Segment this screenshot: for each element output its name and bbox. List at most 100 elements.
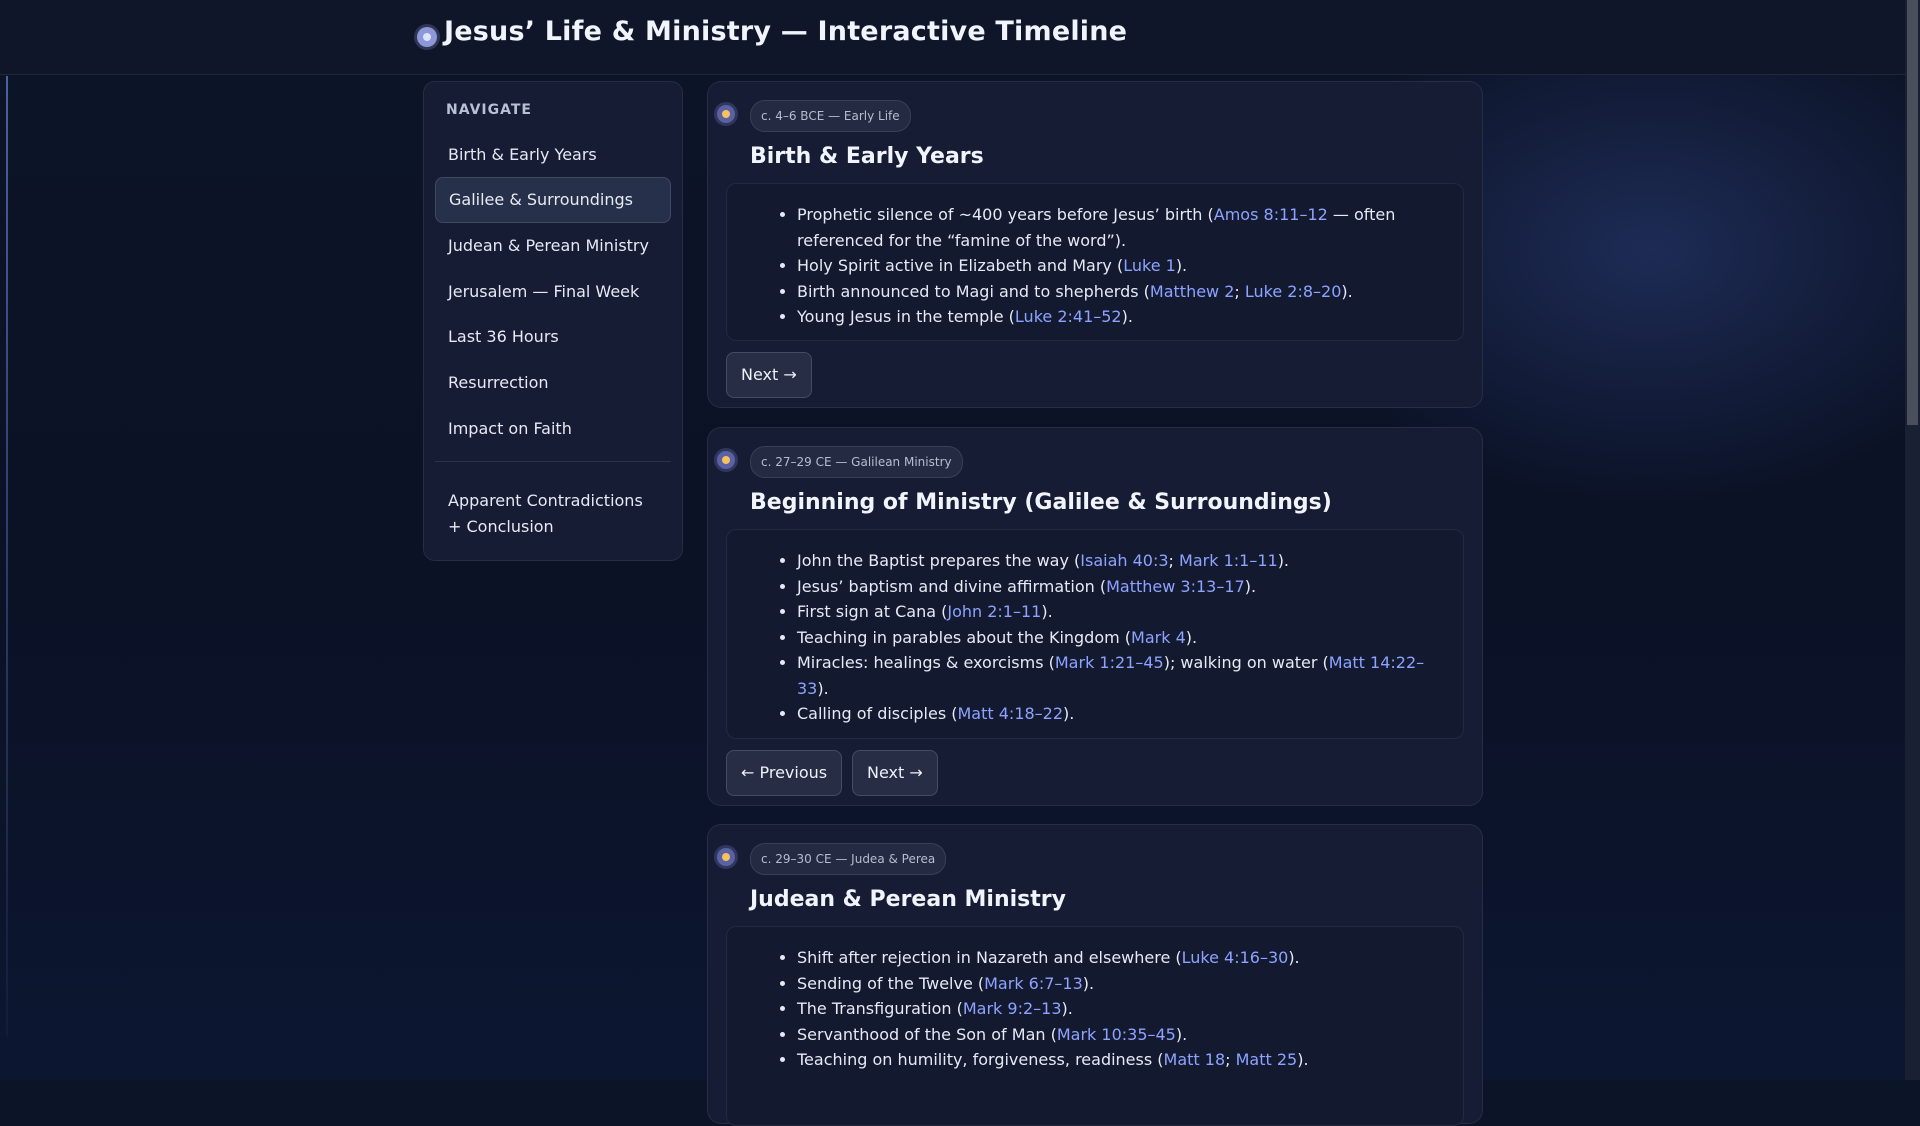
- section-title: Birth & Early Years: [750, 144, 984, 169]
- bullet-text: Shift after rejection in Nazareth and el…: [797, 948, 1182, 967]
- bullet-text: ).: [1041, 602, 1053, 621]
- bullet-item: John the Baptist prepares the way (Isaia…: [797, 548, 1433, 574]
- bullet-text: ;: [1234, 281, 1245, 301]
- scripture-reference-link[interactable]: Mark 10:35–45: [1057, 1025, 1176, 1044]
- scripture-reference-link[interactable]: Mark 4: [1131, 628, 1186, 647]
- scripture-reference-link[interactable]: Mark 1:1–11: [1179, 551, 1278, 570]
- bullet-text: ;: [1168, 551, 1180, 570]
- bullet-text: ).: [1185, 627, 1198, 647]
- scrollbar-thumb[interactable]: [1907, 0, 1918, 425]
- scripture-reference-link[interactable]: Luke 2:8–20: [1245, 282, 1342, 301]
- scripture-reference-link[interactable]: Amos 8:11–12: [1214, 205, 1328, 224]
- bullet-text: ).: [1341, 281, 1353, 301]
- scripture-reference-link[interactable]: Matthew 3:13–17: [1106, 577, 1245, 596]
- timeline-section-galilee: c. 27–29 CE — Galilean Ministry Beginnin…: [707, 427, 1483, 806]
- bullet-text: The Transfiguration (: [797, 999, 963, 1018]
- next-button[interactable]: Next →: [852, 750, 938, 796]
- sidebar-item-impact-on-faith[interactable]: Impact on Faith: [435, 406, 671, 452]
- bullet-item: Sending of the Twelve (Mark 6:7–13).: [797, 971, 1433, 997]
- bullet-text: ).: [1063, 704, 1075, 723]
- bullet-item: Teaching in parables about the Kingdom (…: [797, 625, 1433, 651]
- bullet-item: Holy Spirit active in Elizabeth and Mary…: [797, 253, 1433, 279]
- sidebar-item-galilee-surroundings[interactable]: Galilee & Surroundings: [435, 177, 671, 223]
- bullet-list: John the Baptist prepares the way (Isaia…: [727, 530, 1463, 727]
- bullet-text: ).: [1082, 973, 1095, 993]
- bullet-text: ;: [1225, 1050, 1236, 1069]
- timeline-marker-icon: [717, 105, 735, 123]
- timeline-section-birth: c. 4–6 BCE — Early Life Birth & Early Ye…: [707, 81, 1483, 408]
- scripture-reference-link[interactable]: Luke 4:16–30: [1182, 948, 1289, 967]
- bullet-item: Jesus’ baptism and divine affirmation (M…: [797, 574, 1433, 600]
- bullet-text: Young Jesus in the temple (: [797, 307, 1015, 326]
- scripture-reference-link[interactable]: Matt 25: [1236, 1050, 1298, 1069]
- bullet-text: Teaching in parables about the Kingdom (: [797, 627, 1132, 647]
- date-badge: c. 29–30 CE — Judea & Perea: [750, 843, 947, 875]
- section-content: John the Baptist prepares the way (Isaia…: [726, 529, 1464, 739]
- date-badge: c. 27–29 CE — Galilean Ministry: [750, 446, 963, 478]
- sidebar-divider: [435, 461, 671, 462]
- scripture-reference-link[interactable]: Luke 2:41–52: [1015, 307, 1122, 326]
- scripture-reference-link[interactable]: Isaiah 40:3: [1080, 551, 1168, 570]
- bullet-text: ).: [1244, 576, 1257, 596]
- bullet-item: Young Jesus in the temple (Luke 2:41–52)…: [797, 304, 1433, 330]
- timeline-section-judea-perea: c. 29–30 CE — Judea & Perea Judean & Per…: [707, 824, 1483, 1126]
- scripture-reference-link[interactable]: Mark 9:2–13: [963, 999, 1062, 1018]
- bullet-item: Shift after rejection in Nazareth and el…: [797, 945, 1433, 971]
- bullet-list: Shift after rejection in Nazareth and el…: [727, 927, 1463, 1073]
- bullet-item: Teaching on humility, forgiveness, readi…: [797, 1047, 1433, 1073]
- page-title: Jesus’ Life & Ministry — Interactive Tim…: [444, 16, 1128, 47]
- bullet-text: Sending of the Twelve (: [797, 973, 985, 993]
- bullet-item: The Transfiguration (Mark 9:2–13).: [797, 996, 1433, 1022]
- bullet-text: ).: [1121, 307, 1133, 326]
- bullet-text: Holy Spirit active in Elizabeth and Mary…: [797, 256, 1124, 275]
- brand-dot-icon: [417, 27, 437, 47]
- scripture-reference-link[interactable]: John 2:1–11: [947, 602, 1041, 621]
- scrollbar[interactable]: [1905, 0, 1920, 1080]
- bullet-text: ).: [1061, 999, 1073, 1018]
- bullet-text: ).: [1175, 256, 1188, 275]
- sidebar-item-jerusalem-final-week[interactable]: Jerusalem — Final Week: [435, 269, 671, 315]
- timeline-marker-icon: [717, 848, 735, 866]
- bullet-text: Birth announced to Magi and to shepherds…: [797, 281, 1150, 301]
- scripture-reference-link[interactable]: Matt 4:18–22: [958, 704, 1064, 723]
- sidebar-item-judean-perean-ministry[interactable]: Judean & Perean Ministry: [435, 223, 671, 269]
- bullet-item: Birth announced to Magi and to shepherds…: [797, 279, 1433, 305]
- sidebar-item-birth-early-years[interactable]: Birth & Early Years: [435, 132, 671, 178]
- sidebar-heading: NAVIGATE: [446, 102, 532, 118]
- scripture-reference-link[interactable]: Mark 6:7–13: [984, 974, 1083, 993]
- section-content: Shift after rejection in Nazareth and el…: [726, 926, 1464, 1126]
- sidebar-item-resurrection[interactable]: Resurrection: [435, 360, 671, 406]
- scripture-reference-link[interactable]: Matthew 2: [1150, 282, 1235, 301]
- section-title: Beginning of Ministry (Galilee & Surroun…: [750, 490, 1332, 515]
- bullet-text: Calling of disciples (: [797, 704, 958, 723]
- bullet-text: ).: [817, 678, 829, 698]
- previous-button[interactable]: ← Previous: [726, 750, 843, 796]
- bullet-text: Servanthood of the Son of Man (: [797, 1024, 1057, 1044]
- bullet-text: ).: [1297, 1050, 1309, 1069]
- bullet-item: Miracles: healings & exorcisms (Mark 1:2…: [797, 650, 1433, 701]
- sidebar-navigation: NAVIGATE Birth & Early Years Galilee & S…: [423, 81, 683, 561]
- bullet-text: ).: [1288, 948, 1300, 967]
- bullet-text: Teaching on humility, forgiveness, readi…: [797, 1050, 1164, 1069]
- top-bar: Jesus’ Life & Ministry — Interactive Tim…: [0, 0, 1905, 75]
- bullet-text: John the Baptist prepares the way (: [797, 551, 1081, 570]
- bullet-text: Prophetic silence of ~400 years before J…: [797, 205, 1214, 224]
- scripture-reference-link[interactable]: Matt 18: [1164, 1050, 1226, 1069]
- section-content: Prophetic silence of ~400 years before J…: [726, 183, 1464, 341]
- bullet-text: ).: [1175, 1024, 1188, 1044]
- sidebar-item-last-36-hours[interactable]: Last 36 Hours: [435, 314, 671, 360]
- date-badge: c. 4–6 BCE — Early Life: [750, 100, 911, 132]
- scripture-reference-link[interactable]: Luke 1: [1123, 256, 1176, 275]
- sidebar-item-apparent-contradictions[interactable]: Apparent Contradictions + Conclusion: [435, 488, 665, 540]
- bullet-item: Prophetic silence of ~400 years before J…: [797, 202, 1433, 253]
- bullet-text: Jesus’ baptism and divine affirmation (: [797, 576, 1107, 596]
- bullet-item: Calling of disciples (Matt 4:18–22).: [797, 701, 1433, 727]
- next-button[interactable]: Next →: [726, 352, 812, 398]
- bullet-list: Prophetic silence of ~400 years before J…: [727, 184, 1463, 330]
- bullet-text: First sign at Cana (: [797, 602, 948, 621]
- timeline-marker-icon: [717, 451, 735, 469]
- bullet-text: Miracles: healings & exorcisms (: [797, 653, 1055, 672]
- bullet-item: First sign at Cana (John 2:1–11).: [797, 599, 1433, 625]
- scripture-reference-link[interactable]: Mark 1:21–45: [1055, 653, 1164, 672]
- section-title: Judean & Perean Ministry: [750, 887, 1066, 912]
